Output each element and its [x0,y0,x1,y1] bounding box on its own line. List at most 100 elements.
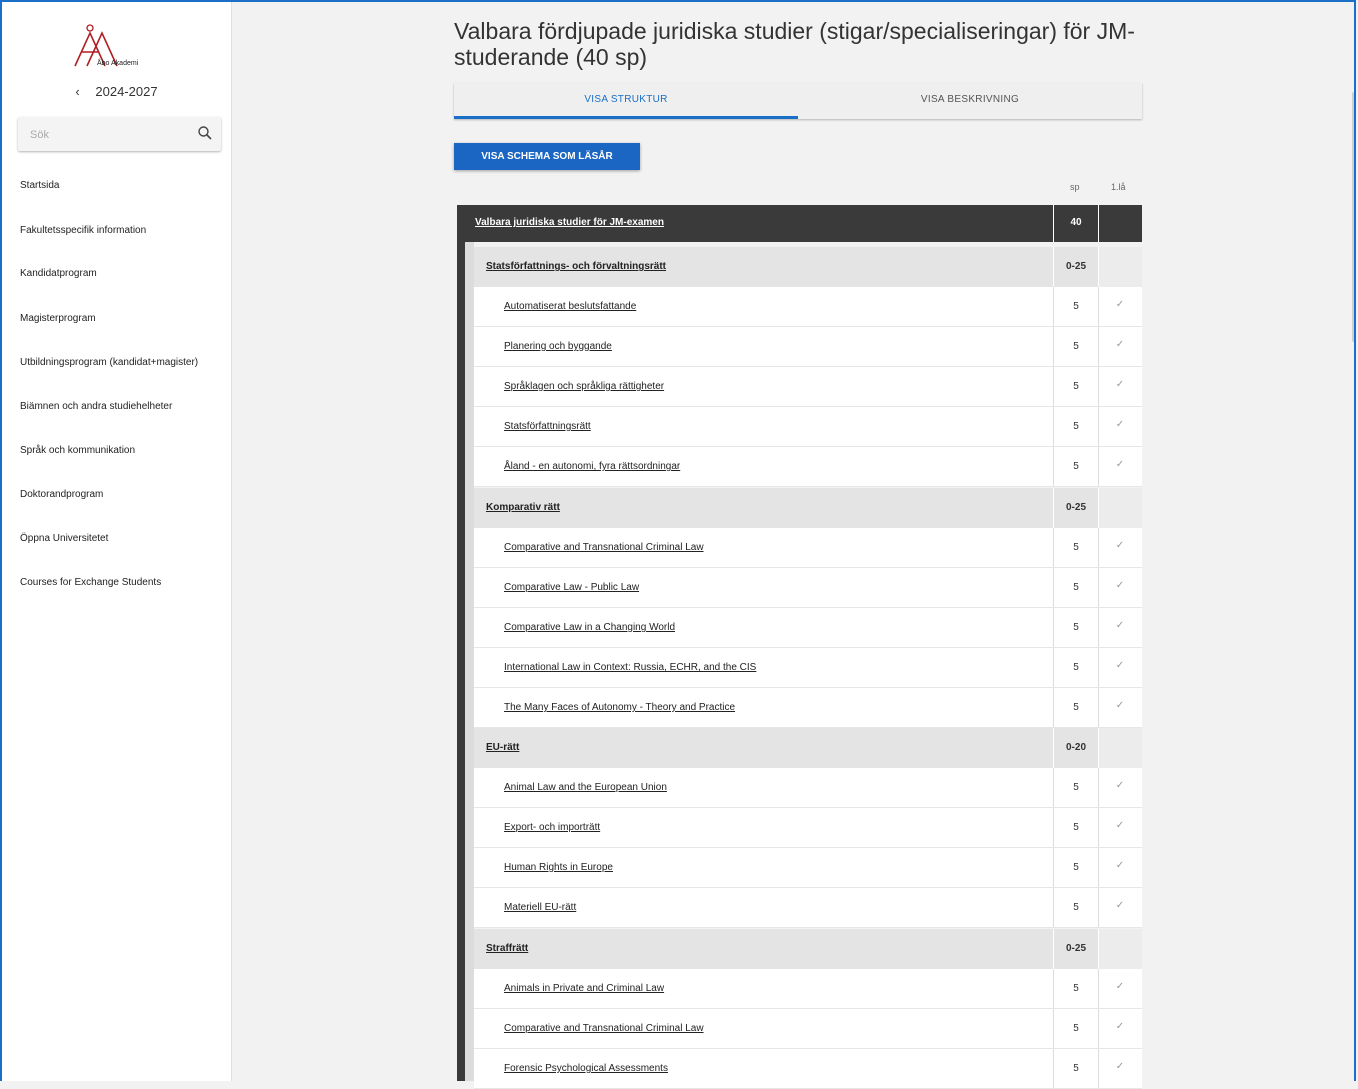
show-schedule-button[interactable]: VISA SCHEMA SOM LÄSÅR [454,143,640,170]
check-icon: ✓ [1115,1021,1125,1032]
course-sp: 5 [1073,983,1079,994]
sidebar: Åbo Akademi ‹ 2024-2027 Startsida Fakult… [2,2,232,1081]
tree-bar-sub [465,242,474,1081]
course-sp: 5 [1073,702,1079,713]
table-row: Planering och byggande 5 ✓ [474,327,1142,367]
year-label: 2024-2027 [95,84,158,99]
course-link[interactable]: Materiell EU-rätt [504,902,576,913]
chevron-left-icon[interactable]: ‹ [75,84,79,99]
sidebar-item-startsida[interactable]: Startsida [20,180,59,191]
table-row: Comparative Law in a Changing World 5 ✓ [474,608,1142,648]
check-icon: ✓ [1115,981,1125,992]
sidebar-item-biamnen[interactable]: Biämnen och andra studiehelheter [20,401,172,412]
sidebar-item-exchange[interactable]: Courses for Exchange Students [20,577,161,588]
check-icon: ✓ [1115,780,1125,791]
course-sp: 5 [1073,862,1079,873]
table-row: Animals in Private and Criminal Law 5 ✓ [474,969,1142,1009]
course-link[interactable]: Språklagen och språkliga rättigheter [504,381,664,392]
sidebar-item-fakultetsspecifik[interactable]: Fakultetsspecifik information [20,225,146,236]
course-sp: 5 [1073,902,1079,913]
course-sp: 5 [1073,662,1079,673]
course-sp: 5 [1073,301,1079,312]
group-sp: 0-25 [1065,261,1086,272]
table-row: Comparative and Transnational Criminal L… [474,1009,1142,1049]
check-icon: ✓ [1115,419,1125,430]
group-sp: 0-25 [1065,943,1086,954]
column-header-sp: sp [1070,182,1080,192]
sidebar-item-magisterprogram[interactable]: Magisterprogram [20,313,96,324]
table-row: Human Rights in Europe 5 ✓ [474,848,1142,888]
course-link[interactable]: Comparative Law in a Changing World [504,622,675,633]
course-link[interactable]: The Many Faces of Autonomy - Theory and … [504,702,735,713]
course-sp: 5 [1073,1063,1079,1074]
check-icon: ✓ [1115,900,1125,911]
check-icon: ✓ [1115,540,1125,551]
table-row: Automatiserat beslutsfattande 5 ✓ [474,287,1142,327]
tab-visa-struktur[interactable]: VISA STRUKTUR [454,83,798,119]
course-sp: 5 [1073,381,1079,392]
table-row: The Many Faces of Autonomy - Theory and … [474,688,1142,728]
page-scrollbar[interactable] [1352,92,1356,342]
check-icon: ✓ [1115,580,1125,591]
top-row-link[interactable]: Valbara juridiska studier för JM-examen [475,217,664,228]
group-sp: 0-20 [1065,742,1086,753]
group-link[interactable]: Straffrätt [486,943,528,954]
group-row: Statsförfattnings- och förvaltningsrätt … [474,247,1142,287]
course-link[interactable]: Automatiserat beslutsfattande [504,301,636,312]
table-row: Comparative Law - Public Law 5 ✓ [474,568,1142,608]
check-icon: ✓ [1115,379,1125,390]
table-row: Forensic Psychological Assessments 5 ✓ [474,1049,1142,1089]
course-link[interactable]: Comparative Law - Public Law [504,582,639,593]
table-row: Åland - en autonomi, fyra rättsordningar… [474,447,1142,487]
group-row: Komparativ rätt 0-25 [474,488,1142,528]
group-row: Straffrätt 0-25 [474,929,1142,969]
course-sp: 5 [1073,461,1079,472]
group-row: EU-rätt 0-20 [474,728,1142,768]
course-sp: 5 [1073,341,1079,352]
course-sp: 5 [1073,582,1079,593]
check-icon: ✓ [1115,459,1125,470]
view-tabs: VISA STRUKTUR VISA BESKRIVNING [454,83,1142,119]
year-selector: ‹ 2024-2027 [2,84,231,99]
search-icon[interactable] [197,125,213,141]
sidebar-item-oppna-universitetet[interactable]: Öppna Universitetet [20,533,108,544]
group-link[interactable]: EU-rätt [486,742,519,753]
tree-bar [457,242,465,1081]
search-box [18,117,221,153]
check-icon: ✓ [1115,1061,1125,1072]
table-row: Comparative and Transnational Criminal L… [474,528,1142,568]
course-sp: 5 [1073,822,1079,833]
top-row-sp: 40 [1070,217,1082,228]
table-row-top: Valbara juridiska studier för JM-examen … [457,205,1142,242]
course-link[interactable]: Comparative and Transnational Criminal L… [504,542,704,553]
sidebar-item-kandidatprogram[interactable]: Kandidatprogram [20,268,97,279]
check-icon: ✓ [1115,700,1125,711]
check-icon: ✓ [1115,820,1125,831]
sidebar-item-doktorandprogram[interactable]: Doktorandprogram [20,489,103,500]
group-link[interactable]: Komparativ rätt [486,502,560,513]
course-link[interactable]: International Law in Context: Russia, EC… [504,662,756,673]
sidebar-item-utbildningsprogram[interactable]: Utbildningsprogram (kandidat+magister) [20,357,198,368]
table-row: International Law in Context: Russia, EC… [474,648,1142,688]
tab-visa-beskrivning[interactable]: VISA BESKRIVNING [798,83,1142,119]
search-input[interactable] [18,117,202,153]
group-link[interactable]: Statsförfattnings- och förvaltningsrätt [486,261,666,272]
group-sp: 0-25 [1065,502,1086,513]
course-link[interactable]: Animals in Private and Criminal Law [504,983,664,994]
course-link[interactable]: Statsförfattningsrätt [504,421,591,432]
course-link[interactable]: Human Rights in Europe [504,862,613,873]
logo-text: Åbo Akademi [97,60,139,67]
course-link[interactable]: Forensic Psychological Assessments [504,1063,668,1074]
check-icon: ✓ [1115,299,1125,310]
check-icon: ✓ [1115,339,1125,350]
course-link[interactable]: Planering och byggande [504,341,612,352]
check-icon: ✓ [1115,660,1125,671]
course-link[interactable]: Åland - en autonomi, fyra rättsordningar [504,461,680,472]
table-row: Export- och importrätt 5 ✓ [474,808,1142,848]
course-link[interactable]: Animal Law and the European Union [504,782,667,793]
course-link[interactable]: Comparative and Transnational Criminal L… [504,1023,704,1034]
sidebar-item-sprak[interactable]: Språk och kommunikation [20,445,135,456]
course-sp: 5 [1073,622,1079,633]
page-title: Valbara fördjupade juridiska studier (st… [454,18,1135,70]
course-link[interactable]: Export- och importrätt [504,822,600,833]
